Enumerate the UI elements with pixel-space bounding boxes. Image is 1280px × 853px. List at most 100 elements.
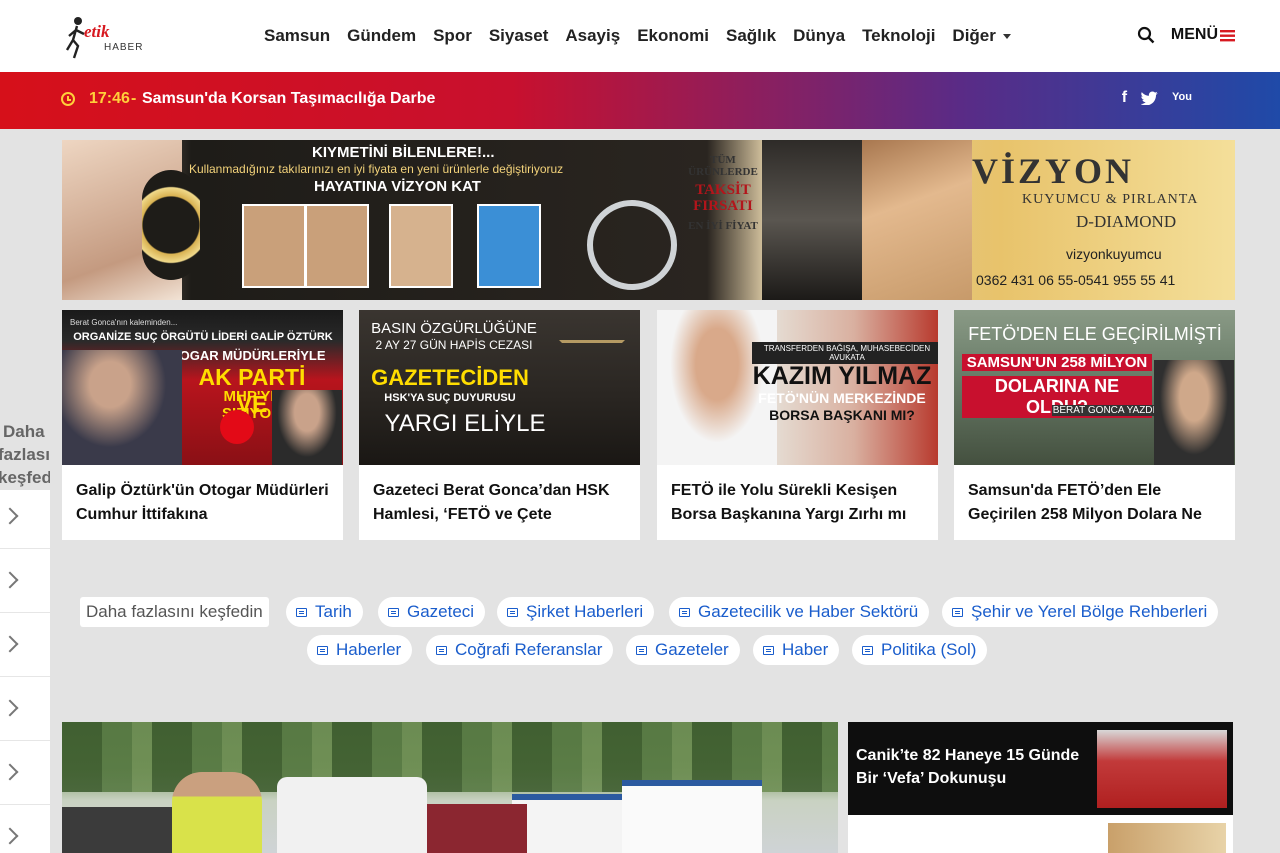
featured-news-image[interactable] (62, 722, 838, 853)
news-card-image: BASIN ÖZGÜRLÜĞÜNE 2 AY 27 GÜN HAPİS CEZA… (359, 310, 640, 465)
card-overlay-line: BERAT GONCA YAZDI (1052, 405, 1156, 416)
left-explore-line: keşfedin (0, 468, 50, 487)
banner-promo: TÜM ÜRÜNLERDE TAKSİT FIRSATI EN İYİ FİYA… (674, 154, 772, 232)
nav-item-asayis[interactable]: Asayiş (565, 26, 620, 46)
chevron-right-icon[interactable] (1, 827, 19, 845)
card-overlay-small: BASIN ÖZGÜRLÜĞÜNE (371, 320, 537, 337)
divider (0, 804, 50, 805)
news-icon (862, 645, 873, 655)
left-explore-line: Daha (3, 422, 45, 441)
chevron-right-icon[interactable] (1, 507, 19, 525)
news-card-title[interactable]: Gazeteci Berat Gonca’dan HSK Hamlesi, ‘F… (373, 479, 630, 527)
news-icon (507, 607, 518, 617)
news-icon (763, 645, 774, 655)
party-logo (220, 410, 254, 444)
card-person-photo (272, 390, 342, 465)
ad-banner[interactable]: KIYMETİNİ BİLENLERE!... Kullanmadığınız … (62, 140, 1235, 300)
white-van-photo (277, 777, 427, 853)
chevron-right-icon[interactable] (1, 763, 19, 781)
topic-chip[interactable]: Coğrafi Referanslar (426, 635, 614, 665)
banner-product-photo (242, 204, 306, 288)
card-overlay-small: FETÖ'DEN ELE GEÇİRİLMİŞTİ (968, 324, 1222, 344)
youtube-icon[interactable]: You (1172, 91, 1192, 107)
news-card[interactable]: FETÖ'DEN ELE GEÇİRİLMİŞTİ SAMSUN'UN 258 … (954, 310, 1235, 540)
banner-product-photo (305, 204, 369, 288)
news-card-title[interactable]: Samsun'da FETÖ’den Ele Geçirilen 258 Mil… (968, 479, 1225, 527)
red-car-photo (427, 804, 527, 853)
topic-chip-label: Gazeteci (407, 602, 475, 621)
card-overlay-line: ORGANİZE SUÇ ÖRGÜTÜ LİDERİ GALİP ÖZTÜRK (73, 331, 333, 343)
promo-main: TAKSİT FIRSATI (693, 182, 753, 214)
side-news-title[interactable]: Canik’te 82 Haneye 15 Günde Bir ‘Vefa’ D… (856, 744, 1086, 790)
nav-item-teknoloji[interactable]: Teknoloji (862, 26, 935, 46)
news-ticker: 17:46 - Samsun'da Korsan Taşımacılığa Da… (0, 72, 1280, 129)
nav-item-spor[interactable]: Spor (433, 26, 472, 46)
caret-down-icon (1002, 34, 1011, 40)
news-icon (436, 645, 447, 655)
ticker-dash: - (131, 90, 137, 107)
brand-diamond: D-DIAMOND (1076, 212, 1177, 231)
topic-chip[interactable]: Haber (753, 635, 840, 665)
banner-headline: KIYMETİNİ BİLENLERE!... (312, 144, 495, 161)
phone-numbers: 0362 431 06 55-0541 955 55 41 (976, 272, 1176, 288)
topic-chip[interactable]: Haberler (307, 635, 413, 665)
search-icon[interactable] (1137, 26, 1155, 44)
topic-chip[interactable]: Politika (Sol) (852, 635, 988, 665)
card-overlay-line: 2 AY 27 GÜN HAPİS CEZASI (375, 338, 533, 352)
topic-chip-label: Tarih (315, 602, 352, 621)
facebook-icon[interactable]: f (1122, 89, 1127, 107)
left-explore-panel (0, 490, 50, 853)
topic-chip[interactable]: Gazeteci (378, 597, 486, 627)
news-icon (388, 607, 399, 617)
chevron-right-icon[interactable] (1, 635, 19, 653)
divider (0, 676, 50, 677)
news-card[interactable]: TRANSFERDEN BAĞIŞA, MUHASEBECİDEN AVUKAT… (657, 310, 938, 540)
instagram-handle: vizyonkuyumcu (1066, 246, 1162, 262)
topic-chip[interactable]: Şehir ve Yerel Bölge Rehberleri (942, 597, 1219, 627)
topic-chip[interactable]: Gazeteler (626, 635, 740, 665)
ticker-time: 17:46 (89, 90, 130, 107)
card-overlay-line: YARGI ELİYLE (384, 410, 546, 437)
police-van-photo (622, 780, 762, 853)
hamburger-icon (1220, 29, 1235, 41)
side-news-item[interactable]: Canik’te 82 Haneye 15 Günde Bir ‘Vefa’ D… (848, 722, 1233, 815)
nav-item-gundem[interactable]: Gündem (347, 26, 416, 46)
news-card-image: TRANSFERDEN BAĞIŞA, MUHASEBECİDEN AVUKAT… (657, 310, 938, 465)
topic-chip[interactable]: Şirket Haberleri (497, 597, 655, 627)
chevron-right-icon[interactable] (1, 699, 19, 717)
menu-button[interactable]: MENÜ (1171, 26, 1235, 44)
nav-item-ekonomi[interactable]: Ekonomi (637, 26, 709, 46)
promo-bottom: EN İYİ FİYAT (688, 220, 758, 232)
banner-cta: HAYATINA VİZYON KAT (314, 178, 481, 195)
news-icon (296, 607, 307, 617)
topic-chip[interactable]: Gazetecilik ve Haber Sektörü (669, 597, 930, 627)
topic-chip-label: Politika (Sol) (881, 640, 977, 659)
news-icon (636, 645, 647, 655)
nav-item-saglik[interactable]: Sağlık (726, 26, 776, 46)
nav-item-diger-label: Diğer (952, 26, 996, 45)
news-icon (952, 607, 963, 617)
news-card[interactable]: BASIN ÖZGÜRLÜĞÜNE 2 AY 27 GÜN HAPİS CEZA… (359, 310, 640, 540)
menu-label: MENÜ (1170, 26, 1218, 43)
news-card-title[interactable]: FETÖ ile Yolu Sürekli Kesişen Borsa Başk… (671, 479, 928, 527)
news-card-image: Berat Gonca'nın kaleminden... ORGANİZE S… (62, 310, 343, 465)
side-news-item[interactable] (848, 815, 1233, 853)
nav-item-dunya[interactable]: Dünya (793, 26, 845, 46)
site-logo[interactable]: etik HABER (64, 12, 150, 62)
topic-chip-label: Şehir ve Yerel Bölge Rehberleri (971, 602, 1208, 621)
ticker-headline[interactable]: Samsun'da Korsan Taşımacılığa Darbe (142, 90, 435, 108)
news-card[interactable]: Berat Gonca'nın kaleminden... ORGANİZE S… (62, 310, 343, 540)
site-header: etik HABER Samsun Gündem Spor Siyaset As… (0, 0, 1280, 72)
banner-product-photo (477, 204, 541, 288)
news-icon (679, 607, 690, 617)
nav-item-diger[interactable]: Diğer (952, 26, 1011, 46)
scales-of-justice-icon (559, 340, 625, 443)
header-tools: MENÜ (1137, 26, 1235, 44)
topic-chip[interactable]: Tarih (286, 597, 363, 627)
nav-item-samsun[interactable]: Samsun (264, 26, 330, 46)
chevron-right-icon[interactable] (1, 571, 19, 589)
nav-item-siyaset[interactable]: Siyaset (489, 26, 549, 46)
twitter-icon[interactable] (1141, 91, 1159, 105)
news-card-title[interactable]: Galip Öztürk'ün Otogar Müdürleri Cumhur … (76, 479, 333, 527)
logo-text: etik (84, 22, 110, 41)
